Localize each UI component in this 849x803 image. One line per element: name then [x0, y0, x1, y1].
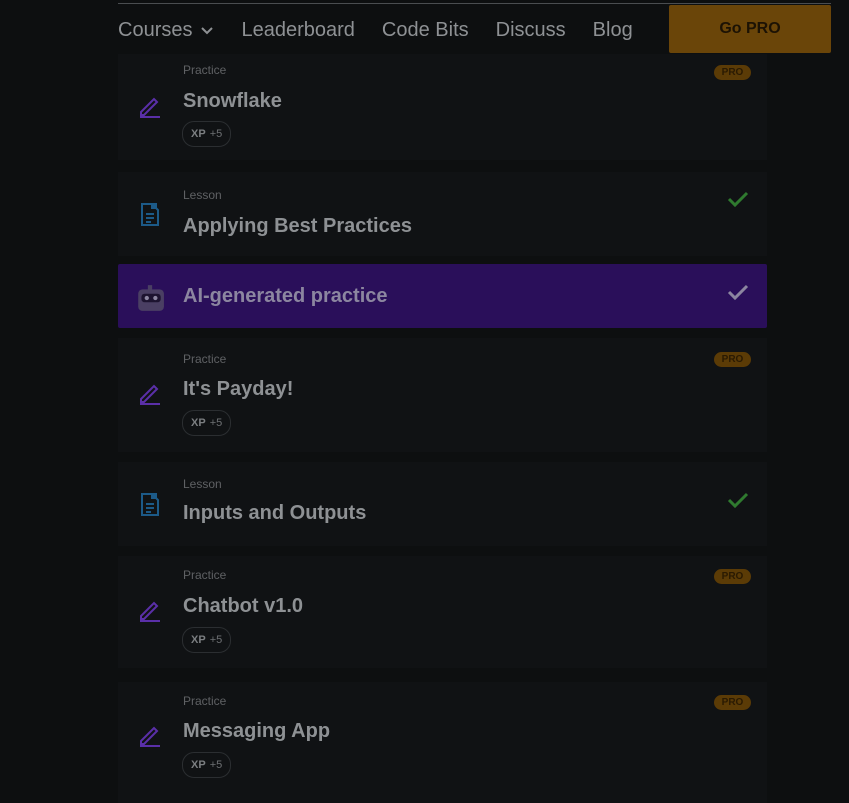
item-title: Chatbot v1.0 [183, 595, 304, 617]
xp-label: XP [191, 417, 206, 429]
item-title: It's Payday! [183, 378, 294, 400]
list-item[interactable]: Lesson Applying Best Practices [118, 172, 767, 256]
chevron-down-icon [201, 27, 214, 35]
item-title: Messaging App [183, 720, 331, 742]
item-kind: Practice [183, 352, 227, 366]
xp-value: +5 [209, 417, 223, 429]
pencil-icon [140, 97, 160, 118]
item-title: Snowflake [183, 90, 282, 112]
item-kind: Practice [183, 568, 227, 582]
item-kind: Practice [183, 694, 227, 708]
xp-badge: XP +5 [182, 752, 232, 778]
go-pro-button[interactable]: Go PRO [669, 5, 831, 53]
main-nav: Courses Leaderboard Code Bits Discuss Bl… [118, 14, 660, 46]
item-title: Applying Best Practices [183, 215, 412, 237]
xp-badge: XP +5 [182, 410, 232, 436]
item-kind: Lesson [183, 477, 222, 491]
item-title: Inputs and Outputs [183, 502, 367, 524]
list-item[interactable]: Practice Messaging App XP +5 PRO [118, 682, 767, 803]
pencil-icon [140, 726, 160, 747]
checkmark-icon [727, 284, 749, 301]
xp-badge: XP +5 [182, 121, 232, 147]
list-item[interactable]: Practice It's Payday! XP +5 PRO [118, 338, 767, 452]
pro-badge: PRO [714, 352, 751, 367]
pencil-icon [140, 601, 160, 622]
list-item[interactable]: Practice Chatbot v1.0 XP +5 PRO [118, 556, 767, 668]
xp-label: XP [191, 128, 206, 140]
checkmark-icon [727, 191, 749, 208]
robot-icon [138, 285, 164, 311]
nav-leaderboard[interactable]: Leaderboard [241, 19, 354, 42]
item-title: AI-generated practice [183, 285, 388, 307]
nav-discuss[interactable]: Discuss [496, 19, 566, 42]
document-icon [141, 493, 159, 516]
document-icon [141, 203, 159, 226]
list-item[interactable]: Lesson Inputs and Outputs [118, 462, 767, 546]
nav-courses[interactable]: Courses [118, 19, 214, 42]
nav-code-bits[interactable]: Code Bits [382, 19, 469, 42]
nav-courses-label: Courses [118, 18, 193, 41]
xp-label: XP [191, 634, 206, 646]
pro-badge: PRO [714, 569, 751, 584]
xp-value: +5 [209, 128, 223, 140]
xp-label: XP [191, 759, 206, 771]
list-item[interactable]: Practice Snowflake XP +5 PRO [118, 54, 767, 160]
pro-badge: PRO [714, 65, 751, 80]
header-divider [118, 3, 831, 4]
nav-blog[interactable]: Blog [593, 19, 633, 42]
pro-badge: PRO [714, 695, 751, 710]
checkmark-icon [727, 492, 749, 509]
xp-value: +5 [209, 634, 223, 646]
item-kind: Lesson [183, 188, 222, 202]
ai-practice-item[interactable]: AI-generated practice [118, 264, 767, 328]
item-kind: Practice [183, 63, 227, 77]
xp-value: +5 [209, 759, 223, 771]
pencil-icon [140, 384, 160, 405]
xp-badge: XP +5 [182, 627, 232, 653]
